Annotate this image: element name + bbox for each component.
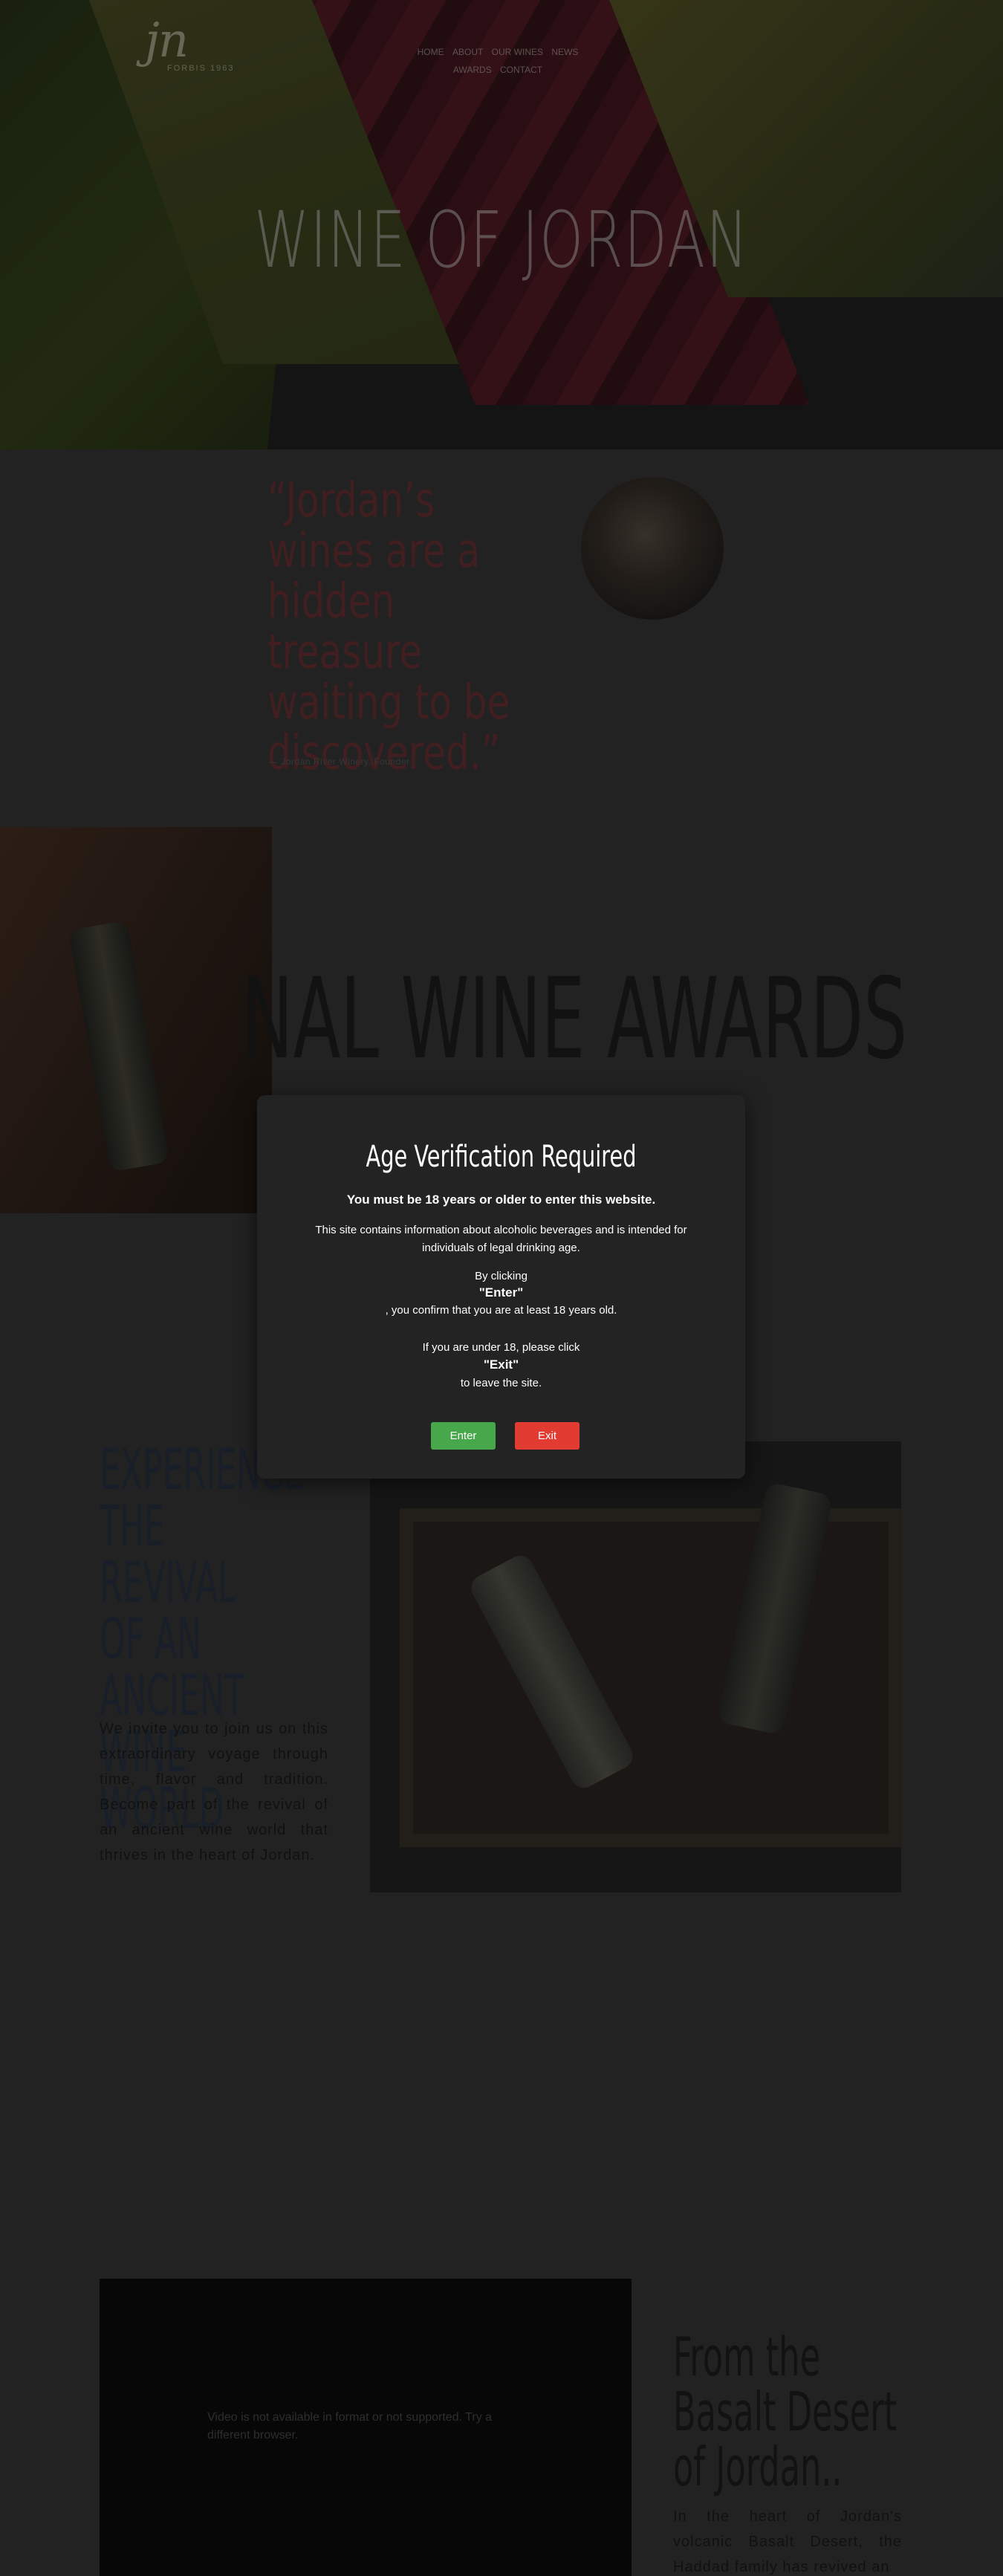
- modal-description: This site contains information about alc…: [315, 1224, 687, 1254]
- age-verification-modal: Age Verification Required You must be 18…: [257, 1095, 745, 1479]
- exit-button[interactable]: Exit: [515, 1422, 580, 1450]
- enter-button[interactable]: Enter: [431, 1422, 496, 1450]
- enter-quote-text: "Enter": [478, 1285, 524, 1300]
- page: jn FORBIS 1963 HOME ABOUT OUR WINES NEWS…: [0, 0, 1003, 2576]
- by-clicking-text: By clicking: [475, 1270, 528, 1282]
- leave-site-text: to leave the site.: [460, 1377, 542, 1389]
- modal-subtitle: You must be 18 years or older to enter t…: [346, 1193, 656, 1207]
- modal-title: Age Verification Required: [366, 1140, 637, 1174]
- confirm-text: , you confirm that you are at least 18 y…: [385, 1304, 617, 1317]
- if-under-text: If you are under 18, please click: [422, 1341, 580, 1354]
- exit-quote-text: "Exit": [483, 1357, 519, 1372]
